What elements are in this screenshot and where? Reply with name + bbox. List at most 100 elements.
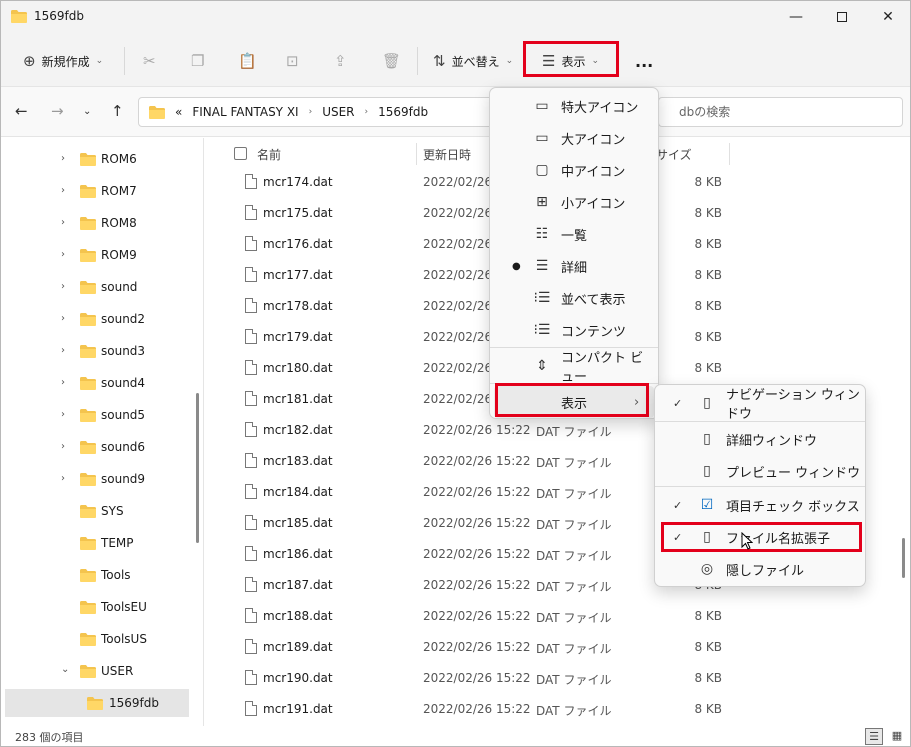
sidebar-item[interactable]: › ROM6 bbox=[1, 145, 191, 173]
folder-icon bbox=[80, 409, 96, 422]
chevron-right-icon[interactable]: › bbox=[61, 217, 65, 228]
table-row[interactable]: mcr190.dat 2022/02/26 15:22 DAT ファイル 8 KB bbox=[205, 663, 895, 694]
column-divider[interactable] bbox=[729, 143, 730, 165]
table-row[interactable]: mcr189.dat 2022/02/26 15:22 DAT ファイル 8 KB bbox=[205, 632, 895, 663]
chevron-right-icon[interactable]: › bbox=[61, 281, 65, 292]
view-menu-item[interactable]: ▢ 中アイコン bbox=[494, 154, 654, 186]
table-row[interactable]: mcr188.dat 2022/02/26 15:22 DAT ファイル 8 KB bbox=[205, 601, 895, 632]
title-bar: 1569fdb — ✕ bbox=[1, 1, 910, 35]
column-header-size[interactable]: サイズ bbox=[656, 146, 692, 163]
file-list-scrollbar[interactable] bbox=[902, 538, 905, 578]
show-menu-item[interactable]: ✓ ☑ 項目チェック ボックス bbox=[659, 489, 861, 521]
sidebar-item[interactable]: › sound bbox=[1, 273, 191, 301]
folder-icon bbox=[80, 377, 96, 390]
sort-button[interactable]: ⇅ 並べ替え ⌄ bbox=[433, 47, 513, 75]
sidebar-item[interactable]: › ROM9 bbox=[1, 241, 191, 269]
tiles-view-toggle[interactable]: ▦ bbox=[888, 728, 906, 745]
breadcrumb-item[interactable]: USER bbox=[322, 105, 354, 119]
sidebar-item[interactable]: › sound5 bbox=[1, 401, 191, 429]
file-name: mcr174.dat bbox=[263, 175, 333, 189]
sidebar-scrollbar[interactable] bbox=[196, 393, 199, 543]
column-header-date[interactable]: 更新日時 bbox=[423, 146, 471, 163]
trash-icon: 🗑 bbox=[382, 52, 402, 70]
view-menu-item[interactable]: ⁝☰ コンテンツ bbox=[494, 314, 654, 346]
tiles-icon: ⁝☰ bbox=[533, 290, 551, 306]
paste-button[interactable]: 📋 bbox=[238, 47, 257, 75]
show-menu-item[interactable]: ▯ 詳細ウィンドウ bbox=[659, 423, 861, 455]
delete-button[interactable]: 🗑 bbox=[382, 47, 401, 75]
view-menu-item-label: コンテンツ bbox=[561, 324, 627, 340]
sidebar-item[interactable]: › sound4 bbox=[1, 369, 191, 397]
chevron-right-icon[interactable]: › bbox=[61, 313, 65, 324]
sidebar-item[interactable]: › ROM8 bbox=[1, 209, 191, 237]
chevron-right-icon[interactable]: › bbox=[61, 441, 65, 452]
view-menu-item[interactable]: ⊞ 小アイコン bbox=[494, 186, 654, 218]
plus-circle-icon: ⊕ bbox=[23, 52, 36, 70]
copy-button[interactable]: ❐ bbox=[191, 47, 204, 75]
forward-arrow-icon[interactable]: → bbox=[51, 102, 64, 120]
table-row[interactable]: mcr191.dat 2022/02/26 15:22 DAT ファイル 8 KB bbox=[205, 694, 895, 725]
sidebar-item[interactable]: › sound3 bbox=[1, 337, 191, 365]
view-menu-item[interactable]: ⁝☰ 並べて表示 bbox=[494, 282, 654, 314]
selected-dot-icon: ● bbox=[512, 260, 521, 272]
column-divider[interactable] bbox=[416, 143, 417, 165]
sidebar-item[interactable]: Tools bbox=[1, 561, 191, 589]
file-name: mcr182.dat bbox=[263, 423, 333, 437]
details-view-toggle[interactable]: ☰ bbox=[865, 728, 883, 745]
chevron-right-icon[interactable]: › bbox=[61, 377, 65, 388]
view-menu-item-label: 並べて表示 bbox=[561, 292, 626, 308]
breadcrumb-item[interactable]: FINAL FANTASY XI bbox=[192, 105, 298, 119]
up-arrow-icon[interactable]: ↑ bbox=[111, 102, 124, 120]
sidebar-item[interactable]: › ROM7 bbox=[1, 177, 191, 205]
close-button[interactable]: ✕ bbox=[865, 1, 910, 33]
sidebar-item[interactable]: ToolsEU bbox=[1, 593, 191, 621]
sidebar-item-label: 1569fdb bbox=[109, 696, 159, 710]
sidebar-item[interactable]: 1569fdb bbox=[5, 689, 189, 717]
show-menu-item[interactable]: ✓ ▯ ナビゲーション ウィンドウ bbox=[659, 387, 861, 422]
minimize-button[interactable]: — bbox=[773, 1, 819, 33]
sidebar-item[interactable]: ToolsUS bbox=[1, 625, 191, 653]
back-arrow-icon[interactable]: ← bbox=[15, 102, 28, 120]
folder-icon bbox=[11, 10, 27, 23]
view-menu-item[interactable]: ▭ 特大アイコン bbox=[494, 90, 654, 122]
sidebar-item[interactable]: › sound6 bbox=[1, 433, 191, 461]
chevron-right-icon[interactable]: › bbox=[61, 153, 65, 164]
new-button[interactable]: ⊕ 新規作成 ⌄ bbox=[23, 47, 103, 75]
file-size: 8 KB bbox=[694, 237, 722, 251]
show-menu-item[interactable]: ▯ プレビュー ウィンドウ bbox=[659, 455, 861, 487]
search-input[interactable]: dbの検索 bbox=[658, 97, 903, 127]
chevron-down-icon[interactable]: ⌄ bbox=[61, 664, 69, 675]
sidebar-item[interactable]: TEMP bbox=[1, 529, 191, 557]
show-menu-item[interactable]: ◎ 隠しファイル bbox=[659, 553, 861, 585]
chevron-right-icon[interactable]: › bbox=[61, 409, 65, 420]
scissors-icon: ✂ bbox=[143, 52, 156, 70]
sidebar-item[interactable]: › sound9 bbox=[1, 465, 191, 493]
view-menu-item[interactable]: ▭ 大アイコン bbox=[494, 122, 654, 154]
sidebar-item[interactable]: SYS bbox=[1, 497, 191, 525]
chevron-right-icon[interactable]: › bbox=[61, 345, 65, 356]
maximize-button[interactable] bbox=[819, 1, 865, 33]
breadcrumb-item[interactable]: 1569fdb bbox=[378, 105, 428, 119]
chevron-right-icon[interactable]: › bbox=[61, 473, 65, 484]
rename-button[interactable]: ⊡ bbox=[286, 47, 299, 75]
select-all-checkbox[interactable] bbox=[234, 147, 247, 160]
sidebar-item[interactable]: › sound2 bbox=[1, 305, 191, 333]
view-menu-item[interactable]: ● ☰ 詳細 bbox=[494, 250, 654, 282]
breadcrumb-overflow[interactable]: « bbox=[175, 105, 182, 119]
file-type: DAT ファイル bbox=[536, 425, 612, 439]
view-menu-item[interactable]: ☷ 一覧 bbox=[494, 218, 654, 250]
file-icon bbox=[245, 236, 257, 251]
folder-icon bbox=[80, 441, 96, 454]
file-date: 2022/02/26 15:22 bbox=[423, 578, 531, 592]
view-menu-item[interactable]: ⇕ コンパクト ビュー bbox=[494, 350, 654, 385]
sidebar-item[interactable]: ⌄ USER bbox=[1, 657, 191, 685]
chevron-right-icon[interactable]: › bbox=[61, 249, 65, 260]
column-header-name[interactable]: 名前 bbox=[257, 146, 281, 163]
chevron-down-icon: ⌄ bbox=[505, 56, 514, 66]
recent-chevron-icon[interactable]: ⌄ bbox=[83, 106, 91, 117]
more-button[interactable]: ... bbox=[635, 47, 653, 75]
cut-button[interactable]: ✂ bbox=[143, 47, 156, 75]
share-button[interactable]: ⇪ bbox=[334, 47, 347, 75]
window-title: 1569fdb bbox=[34, 9, 84, 23]
chevron-right-icon[interactable]: › bbox=[61, 185, 65, 196]
